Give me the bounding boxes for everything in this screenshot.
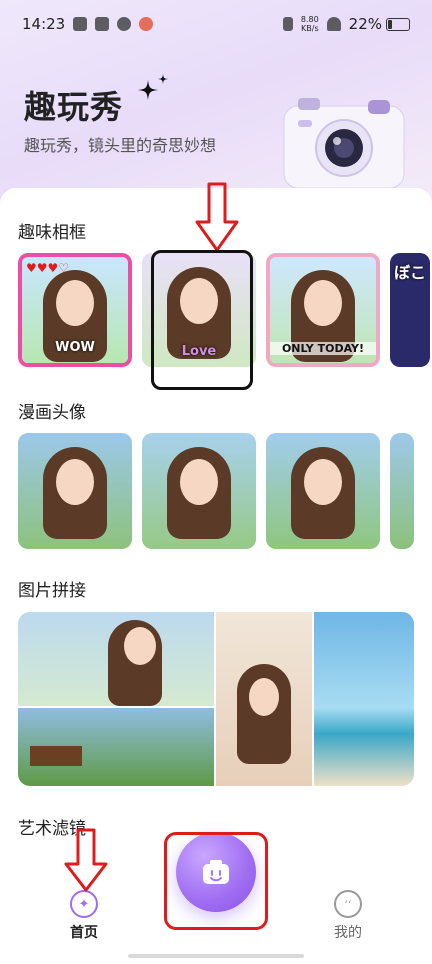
net-speed-value: 8.80 xyxy=(300,15,319,24)
vibrate-icon xyxy=(282,17,293,31)
status-right: 8.80 KB/s 22% xyxy=(282,15,410,33)
battery-indicator: 22% xyxy=(349,15,410,33)
comic-item-4[interactable] xyxy=(390,433,414,549)
weibo-icon xyxy=(139,17,154,31)
annotation-arrow-down-frames xyxy=(195,182,239,252)
frame-item-4[interactable]: ぼこ xyxy=(390,253,430,367)
app-title: 趣玩秀 xyxy=(24,88,124,126)
tab-mine-label: 我的 xyxy=(334,925,362,941)
status-bar: 14:23 8.80 KB/s 22% xyxy=(0,0,432,48)
frame-item-2[interactable]: Love xyxy=(142,253,256,367)
frame-item-3[interactable]: ONLY TODAY! xyxy=(266,253,380,367)
collage-photo-woman xyxy=(216,612,312,786)
comic-item-1[interactable] xyxy=(18,433,132,549)
frame-overlay-text: WOW xyxy=(55,340,95,355)
profile-face-icon: ʻʻ xyxy=(334,890,362,918)
camera-illustration xyxy=(283,98,405,189)
portrait-face xyxy=(56,280,94,327)
hearts-sticker: ♥♥♥♡ xyxy=(26,261,70,275)
collage-photo-cabin xyxy=(18,708,214,786)
section-title-frames: 趣味相框 xyxy=(18,223,86,243)
frame-overlay-text: ぼこ xyxy=(393,263,426,282)
portrait-face xyxy=(304,280,342,327)
net-speed-unit: KB/s xyxy=(301,24,319,33)
sparkle-icon xyxy=(138,74,168,100)
collage-card[interactable] xyxy=(18,612,414,786)
portrait-face xyxy=(56,458,94,505)
battery-icon xyxy=(386,17,410,31)
portrait-face xyxy=(180,278,218,325)
comic-photo xyxy=(390,433,414,549)
frame-overlay-text: ONLY TODAY! xyxy=(270,342,376,355)
home-indicator xyxy=(128,954,304,958)
net-speed: 8.80 KB/s xyxy=(301,15,319,33)
annotation-arrow-down-home xyxy=(64,828,108,892)
portrait-face xyxy=(180,458,218,505)
home-sparkle-icon: ✦ xyxy=(70,890,98,918)
frame-overlay-text: Love xyxy=(181,344,217,359)
portrait-face xyxy=(249,678,279,717)
cabin-shape xyxy=(30,746,82,766)
comic-item-3[interactable] xyxy=(266,433,380,549)
camera-icon xyxy=(203,860,229,884)
tab-mine[interactable]: ʻʻ 我的 xyxy=(308,880,388,942)
collage-photo-beach xyxy=(314,612,414,786)
battery-fill xyxy=(388,19,392,29)
portrait-face xyxy=(304,458,342,505)
battery-percent: 22% xyxy=(348,15,382,33)
frames-row: ♥♥♥♡ WOW Love ONLY TODAY! ぼこ xyxy=(18,253,430,367)
status-left: 14:23 xyxy=(22,15,154,33)
portrait-face xyxy=(123,627,156,666)
app-subtitle: 趣玩秀，镜头里的奇思妙想 xyxy=(24,136,217,155)
message-icon xyxy=(95,17,110,31)
frame-item-1[interactable]: ♥♥♥♡ WOW xyxy=(18,253,132,367)
collage-photo-portrait xyxy=(18,612,214,706)
cloud-icon xyxy=(73,17,88,31)
comic-item-2[interactable] xyxy=(142,433,256,549)
section-title-collage: 图片拼接 xyxy=(18,581,86,601)
section-title-comic: 漫画头像 xyxy=(18,403,86,423)
comic-row xyxy=(18,433,414,549)
wifi-icon xyxy=(326,17,341,31)
tab-home-label: 首页 xyxy=(70,925,98,941)
status-time: 14:23 xyxy=(22,15,66,33)
baidu-icon xyxy=(117,17,132,31)
camera-button[interactable] xyxy=(176,832,256,912)
